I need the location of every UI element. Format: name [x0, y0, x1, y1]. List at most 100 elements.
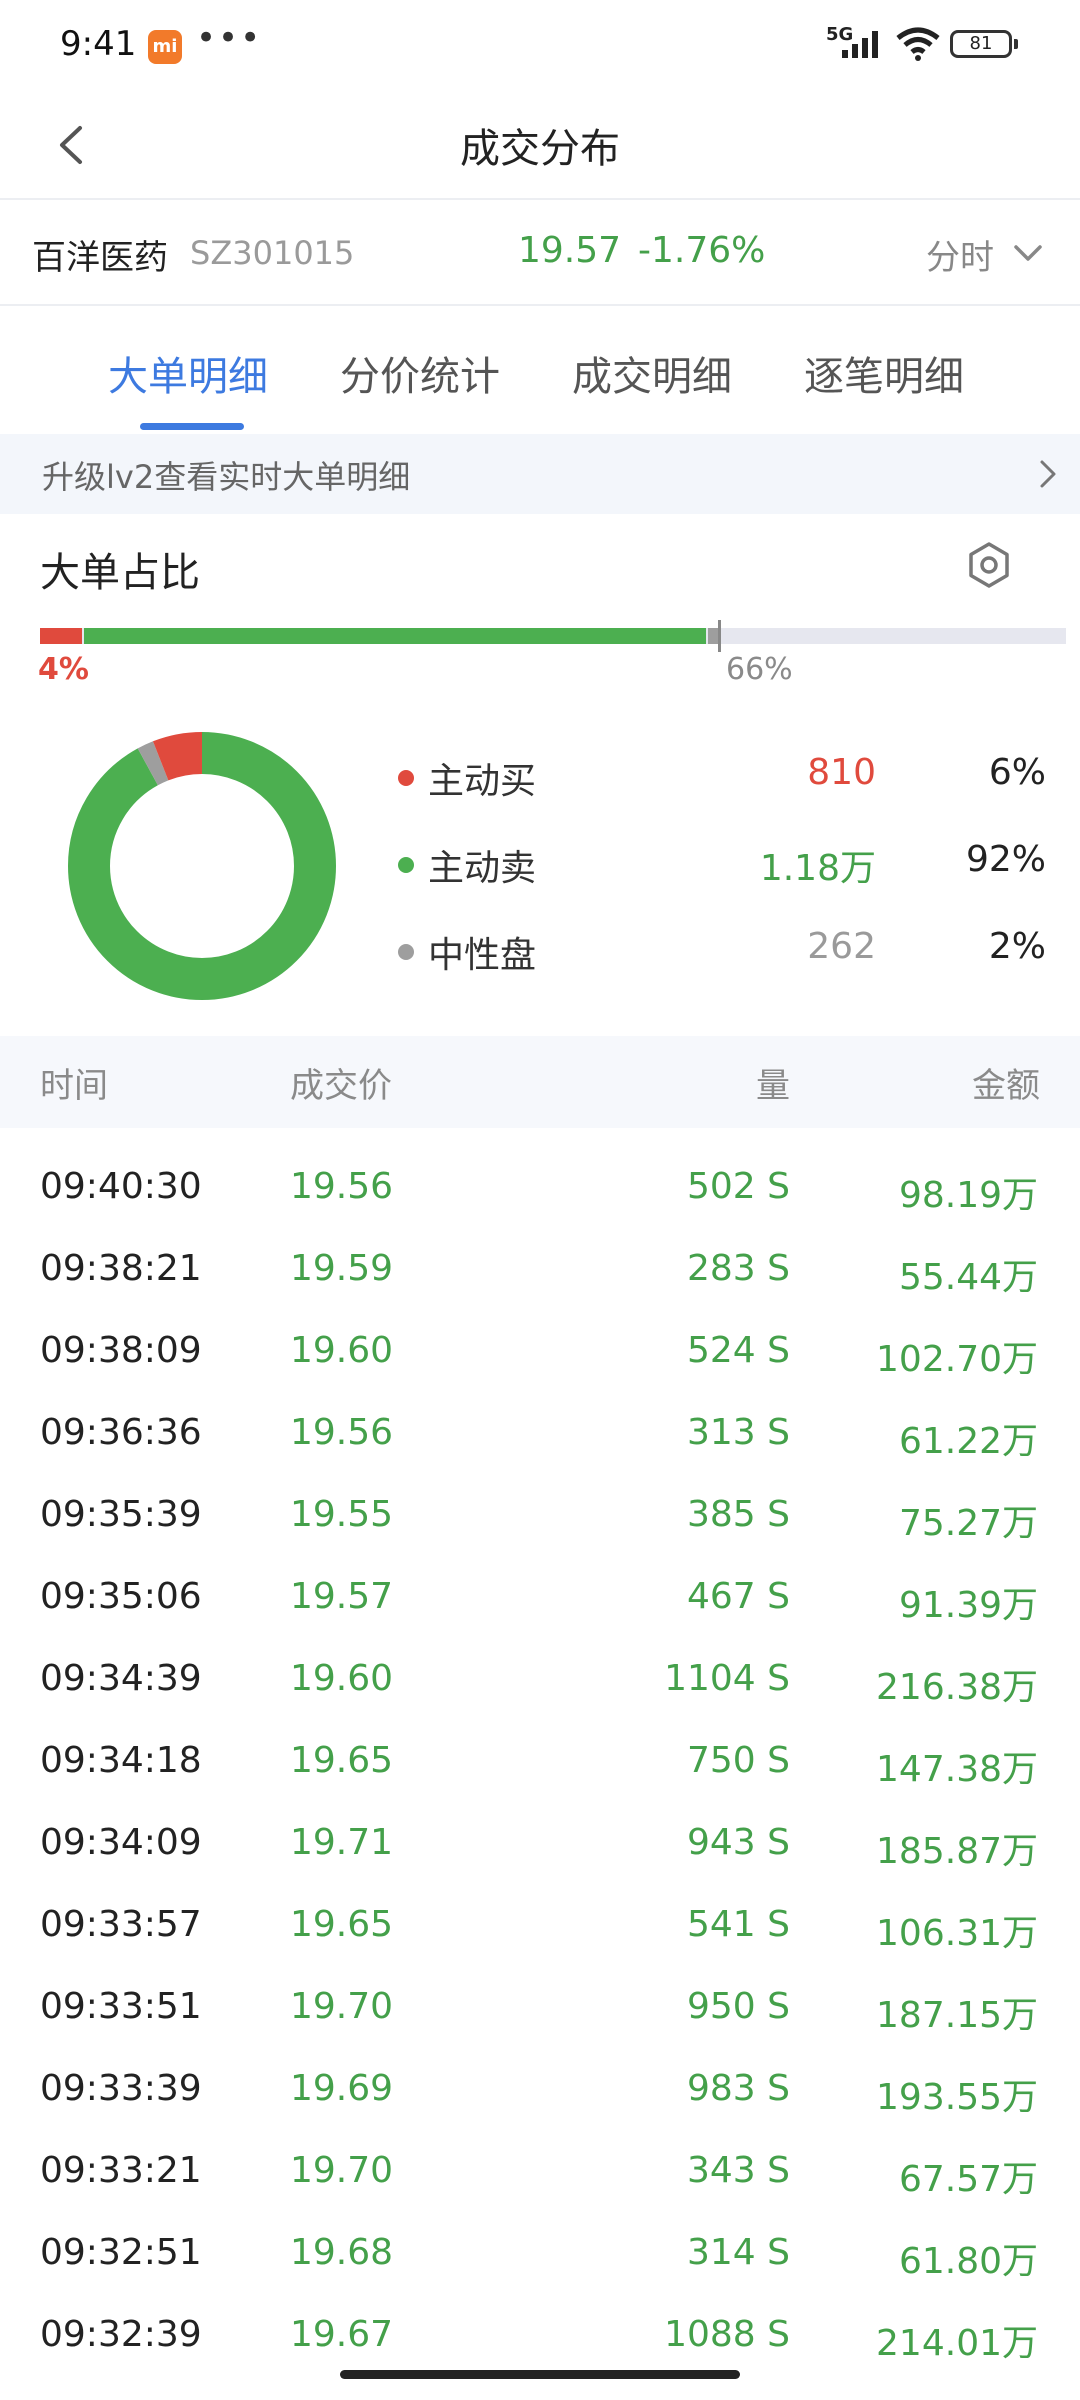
mi-app-icon: mi: [148, 30, 182, 64]
row-price: 19.60: [290, 1330, 394, 1371]
row-volume: 1088 S: [664, 2314, 790, 2355]
row-time: 09:33:39: [40, 2068, 202, 2109]
row-time: 09:40:30: [40, 1166, 202, 1207]
table-row[interactable]: 09:33:51 19.70 950 S 187.15万: [0, 1966, 1080, 2048]
row-price: 19.67: [290, 2314, 394, 2355]
row-amount: 214.01万: [876, 2323, 1038, 2364]
row-volume: 1104 S: [664, 1658, 790, 1699]
row-amount: 55.44万: [898, 1257, 1038, 1298]
ratio-bar-buy: [40, 628, 82, 644]
column-header-price: 成交价: [290, 1066, 392, 1106]
row-price: 19.59: [290, 1248, 394, 1289]
ratio-bar-buy-label: 4%: [38, 652, 89, 687]
column-header-time: 时间: [40, 1066, 108, 1106]
row-volume: 524 S: [686, 1330, 790, 1371]
stock-code: SZ301015: [190, 234, 355, 272]
legend-count-buy: 810: [807, 752, 876, 793]
legend-count-neutral: 262: [807, 926, 876, 967]
legend-label-neutral: 中性盘: [428, 935, 537, 976]
table-row[interactable]: 09:33:39 19.69 983 S 193.55万: [0, 2048, 1080, 2130]
row-price: 19.60: [290, 1658, 394, 1699]
page-title: 成交分布: [460, 126, 620, 172]
row-time: 09:34:39: [40, 1658, 202, 1699]
legend-dot-neutral: [398, 944, 414, 960]
tab-trade-details[interactable]: 成交明细: [572, 344, 732, 402]
row-time: 09:33:57: [40, 1904, 202, 1945]
stock-price: 19.57: [518, 230, 622, 271]
row-amount: 106.31万: [876, 1913, 1038, 1954]
column-header-volume: 量: [756, 1066, 790, 1106]
table-row[interactable]: 09:38:21 19.59 283 S 55.44万: [0, 1228, 1080, 1310]
row-volume: 314 S: [686, 2232, 790, 2273]
row-time: 09:34:18: [40, 1740, 202, 1781]
table-row[interactable]: 09:35:39 19.55 385 S 75.27万: [0, 1474, 1080, 1556]
table-row[interactable]: 09:32:51 19.68 314 S 61.80万: [0, 2212, 1080, 2294]
table-row[interactable]: 09:33:57 19.65 541 S 106.31万: [0, 1884, 1080, 1966]
upgrade-banner-text[interactable]: 升级lv2查看实时大单明细: [42, 452, 410, 498]
row-price: 19.65: [290, 1904, 394, 1945]
row-volume: 943 S: [686, 1822, 790, 1863]
row-amount: 61.80万: [898, 2241, 1038, 2282]
row-volume: 502 S: [686, 1166, 790, 1207]
row-price: 19.56: [290, 1166, 394, 1207]
column-header-amount: 金额: [972, 1066, 1040, 1106]
table-row[interactable]: 09:33:21 19.70 343 S 67.57万: [0, 2130, 1080, 2212]
row-volume: 385 S: [686, 1494, 790, 1535]
table-row[interactable]: 09:32:39 19.67 1088 S 214.01万: [0, 2294, 1080, 2376]
active-tab-indicator: [140, 423, 244, 430]
signal-icon: [842, 31, 878, 58]
row-amount: 98.19万: [898, 1175, 1038, 1216]
gear-icon[interactable]: [964, 540, 1014, 590]
row-time: 09:38:21: [40, 1248, 202, 1289]
table-row[interactable]: 09:34:09 19.71 943 S 185.87万: [0, 1802, 1080, 1884]
row-time: 09:35:06: [40, 1576, 202, 1617]
row-price: 19.69: [290, 2068, 394, 2109]
ratio-bar-marker: [718, 620, 721, 652]
legend-pct-buy: 6%: [988, 752, 1046, 793]
tab-price-stats[interactable]: 分价统计: [340, 344, 500, 402]
period-select[interactable]: 分时: [926, 230, 994, 279]
table-row[interactable]: 09:35:06 19.57 467 S 91.39万: [0, 1556, 1080, 1638]
row-volume: 343 S: [686, 2150, 790, 2191]
home-indicator[interactable]: [340, 2370, 740, 2379]
row-amount: 216.38万: [876, 1667, 1038, 1708]
row-time: 09:33:21: [40, 2150, 202, 2191]
legend-label-sell: 主动卖: [428, 848, 537, 889]
row-time: 09:35:39: [40, 1494, 202, 1535]
legend-pct-neutral: 2%: [988, 926, 1046, 967]
table-row[interactable]: 09:40:30 19.56 502 S 98.19万: [0, 1146, 1080, 1228]
chevron-down-icon[interactable]: [1010, 238, 1046, 268]
row-volume: 541 S: [686, 1904, 790, 1945]
more-notifications-icon: •••: [196, 18, 263, 58]
row-price: 19.70: [290, 2150, 394, 2191]
row-volume: 283 S: [686, 1248, 790, 1289]
donut-slice-sell: [68, 732, 336, 1000]
row-time: 09:32:51: [40, 2232, 202, 2273]
row-amount: 147.38万: [876, 1749, 1038, 1790]
wifi-icon: [896, 27, 940, 61]
table-row[interactable]: 09:34:18 19.65 750 S 147.38万: [0, 1720, 1080, 1802]
stock-change: -1.76%: [638, 230, 766, 271]
tab-tick-details[interactable]: 逐笔明细: [804, 344, 964, 402]
table-row[interactable]: 09:34:39 19.60 1104 S 216.38万: [0, 1638, 1080, 1720]
stock-name: 百洋医药: [32, 238, 168, 278]
ratio-bar-sell: [84, 628, 706, 644]
row-time: 09:33:51: [40, 1986, 202, 2027]
row-amount: 185.87万: [876, 1831, 1038, 1872]
row-amount: 61.22万: [898, 1421, 1038, 1462]
row-volume: 950 S: [686, 1986, 790, 2027]
tab-large-orders[interactable]: 大单明细: [108, 344, 268, 402]
legend-pct-sell: 92%: [965, 839, 1046, 880]
legend-label-buy: 主动买: [428, 761, 537, 802]
battery-tip: [1014, 39, 1018, 49]
row-amount: 102.70万: [876, 1339, 1038, 1380]
chevron-right-icon[interactable]: [1036, 456, 1060, 492]
table-row[interactable]: 09:36:36 19.56 313 S 61.22万: [0, 1392, 1080, 1474]
table-row[interactable]: 09:38:09 19.60 524 S 102.70万: [0, 1310, 1080, 1392]
row-time: 09:32:39: [40, 2314, 202, 2355]
legend-dot-sell: [398, 857, 414, 873]
row-price: 19.71: [290, 1822, 394, 1863]
row-amount: 193.55万: [876, 2077, 1038, 2118]
row-price: 19.57: [290, 1576, 394, 1617]
row-volume: 750 S: [686, 1740, 790, 1781]
